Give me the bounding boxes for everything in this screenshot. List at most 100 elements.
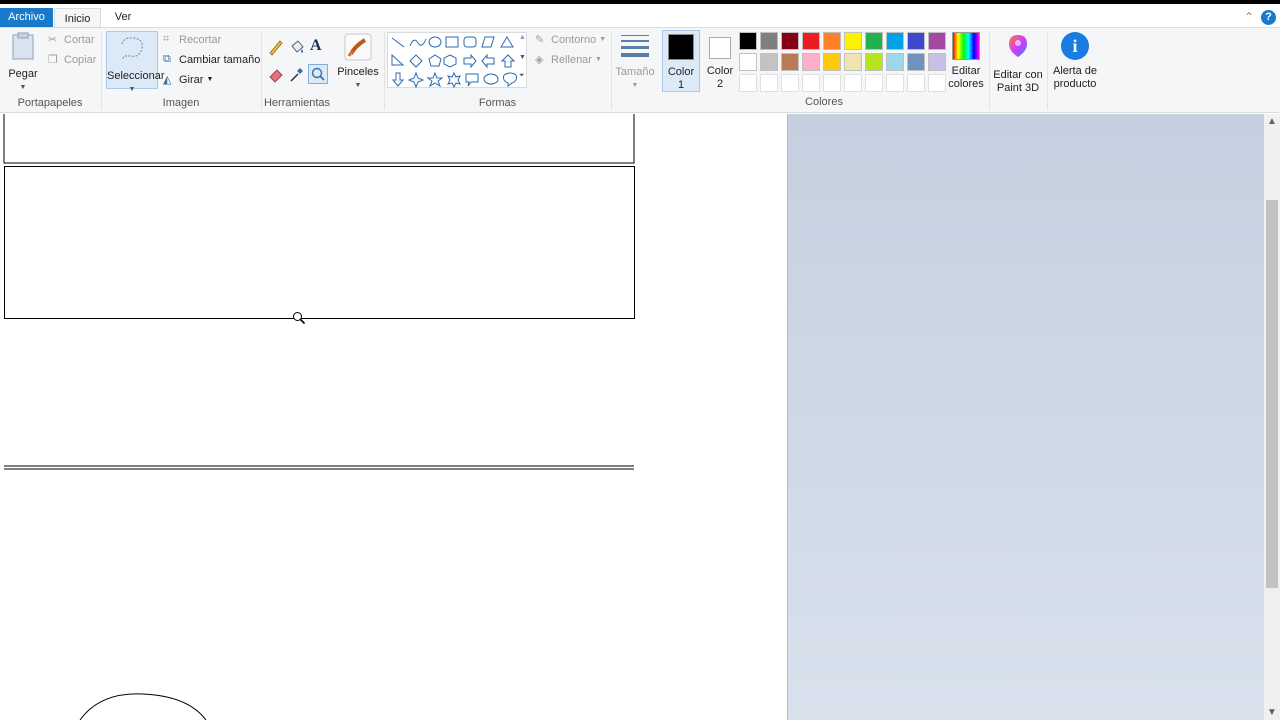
palette-color-swatch[interactable]: [886, 53, 904, 71]
paste-dropdown-icon[interactable]: ▼: [4, 81, 42, 94]
edit-colors-button[interactable]: Editar colores: [946, 32, 986, 91]
shapes-scroll-up-icon[interactable]: ▲: [519, 34, 526, 41]
brushes-dropdown-icon[interactable]: ▼: [336, 79, 380, 92]
shapes-expand-icon[interactable]: ⏷: [519, 72, 525, 80]
pencil-icon[interactable]: [267, 38, 285, 56]
cut-label: Cortar: [64, 33, 95, 46]
fill-dropdown-icon[interactable]: ▼: [595, 56, 602, 63]
drawing-canvas[interactable]: [0, 114, 788, 720]
size-button[interactable]: Tamaño ▼: [614, 32, 656, 92]
color1-label: Color: [667, 66, 695, 78]
palette-color-swatch[interactable]: [802, 53, 820, 71]
select-dropdown-icon[interactable]: ▼: [107, 83, 157, 96]
edit-colors-label-2: colores: [948, 78, 984, 90]
divider: [611, 32, 612, 110]
palette-color-swatch[interactable]: [886, 32, 904, 50]
palette-color-swatch[interactable]: [781, 53, 799, 71]
color2-label: Color: [706, 65, 734, 77]
palette-color-swatch[interactable]: [844, 53, 862, 71]
shapes-icons: [391, 36, 517, 89]
size-dropdown-icon[interactable]: ▼: [614, 79, 656, 92]
color-picker-icon[interactable]: [288, 65, 306, 83]
rotate-button[interactable]: ◭ Girar ▼: [163, 73, 213, 87]
select-label: Seleccionar: [107, 70, 165, 82]
text-tool-icon[interactable]: A: [310, 37, 322, 55]
palette-custom-slot[interactable]: [886, 74, 904, 92]
magnifier-button[interactable]: [308, 64, 328, 84]
palette-custom-slot[interactable]: [823, 74, 841, 92]
palette-custom-slot[interactable]: [781, 74, 799, 92]
palette-custom-slot[interactable]: [739, 74, 757, 92]
free-form-select-icon: [121, 37, 143, 61]
group-label-clipboard: Portapapeles: [17, 97, 83, 109]
brushes-button[interactable]: Pinceles ▼: [336, 32, 380, 92]
paste-button[interactable]: Pegar ▼: [4, 32, 42, 94]
palette-color-swatch[interactable]: [928, 32, 946, 50]
alert-label: Alerta de: [1052, 65, 1098, 77]
palette-custom-slot[interactable]: [802, 74, 820, 92]
group-label-image: Imagen: [162, 97, 200, 109]
palette-color-swatch[interactable]: [865, 32, 883, 50]
palette-color-swatch[interactable]: [739, 32, 757, 50]
palette-custom-slot[interactable]: [907, 74, 925, 92]
fill-button[interactable]: ◈ Rellenar ▼: [535, 53, 602, 67]
tab-view[interactable]: Ver: [104, 8, 142, 27]
help-icon[interactable]: ?: [1261, 10, 1276, 25]
color1-button[interactable]: Color 1: [662, 30, 700, 92]
outline-icon: ✎: [535, 34, 545, 46]
color2-swatch: [709, 37, 731, 59]
palette-color-swatch[interactable]: [802, 32, 820, 50]
eraser-icon[interactable]: [267, 65, 285, 83]
fill-bucket-icon[interactable]: [288, 38, 306, 56]
palette-color-swatch[interactable]: [907, 53, 925, 71]
group-shapes: ▲ ▼ ⏷ ✎ Contorno ▼ ◈ Rellenar ▼ Formas: [385, 28, 610, 113]
color2-button[interactable]: Color 2: [702, 30, 738, 92]
shapes-scroll-down-icon[interactable]: ▼: [519, 54, 526, 61]
color2-number: 2: [716, 78, 724, 90]
palette-color-swatch[interactable]: [739, 53, 757, 71]
outline-dropdown-icon[interactable]: ▼: [599, 36, 606, 43]
palette-custom-slot[interactable]: [844, 74, 862, 92]
copy-icon: ❐: [48, 54, 58, 66]
group-clipboard: Pegar ▼ ✂ Cortar ❐ Copiar Portapapeles: [0, 28, 100, 113]
select-button[interactable]: Seleccionar ▼: [106, 31, 165, 93]
palette-color-swatch[interactable]: [781, 32, 799, 50]
copy-button[interactable]: ❐ Copiar: [48, 53, 96, 67]
collapse-ribbon-chevron-icon[interactable]: ⌃: [1244, 10, 1254, 24]
ribbon: Pegar ▼ ✂ Cortar ❐ Copiar Portapapeles S…: [0, 27, 1280, 113]
palette-color-swatch[interactable]: [760, 32, 778, 50]
edit-with-paint3d-button[interactable]: Editar con Paint 3D: [992, 32, 1044, 95]
size-label: Tamaño: [615, 66, 655, 78]
divider: [1047, 32, 1048, 110]
palette-color-swatch[interactable]: [865, 53, 883, 71]
palette-custom-slot[interactable]: [865, 74, 883, 92]
paint3d-label-2: Paint 3D: [996, 82, 1040, 94]
scroll-up-icon[interactable]: ▲: [1264, 116, 1280, 127]
ribbon-tab-bar: Archivo Inicio Ver ⌃ ?: [0, 0, 1280, 31]
rotate-icon: ◭: [163, 74, 172, 86]
palette-color-swatch[interactable]: [760, 53, 778, 71]
palette-custom-slot[interactable]: [928, 74, 946, 92]
crop-button[interactable]: ⌗ Recortar: [163, 33, 221, 46]
scissors-icon: ✂: [48, 34, 58, 46]
shapes-gallery[interactable]: [387, 32, 527, 89]
palette-color-swatch[interactable]: [907, 32, 925, 50]
palette-color-swatch[interactable]: [844, 32, 862, 50]
resize-button[interactable]: ⧉ Cambiar tamaño: [163, 53, 260, 66]
product-alert-button[interactable]: i Alerta de producto: [1050, 32, 1100, 91]
outline-button[interactable]: ✎ Contorno ▼: [535, 33, 606, 47]
rotate-dropdown-icon[interactable]: ▼: [206, 76, 213, 83]
scrollbar-thumb[interactable]: [1266, 200, 1278, 588]
palette-color-swatch[interactable]: [928, 53, 946, 71]
cut-button[interactable]: ✂ Cortar: [48, 33, 95, 47]
scroll-down-icon[interactable]: ▼: [1264, 707, 1280, 718]
vertical-scrollbar[interactable]: ▲ ▼: [1264, 114, 1280, 720]
group-tools: A Herramientas: [262, 28, 332, 113]
palette-color-swatch[interactable]: [823, 53, 841, 71]
palette-custom-slot[interactable]: [760, 74, 778, 92]
tab-file[interactable]: Archivo: [0, 8, 53, 27]
group-image: Seleccionar ▼ ⌗ Recortar ⧉ Cambiar tamañ…: [102, 28, 260, 113]
paint3d-label: Editar con: [993, 69, 1043, 81]
canvas-drawing: [3, 114, 635, 720]
palette-color-swatch[interactable]: [823, 32, 841, 50]
